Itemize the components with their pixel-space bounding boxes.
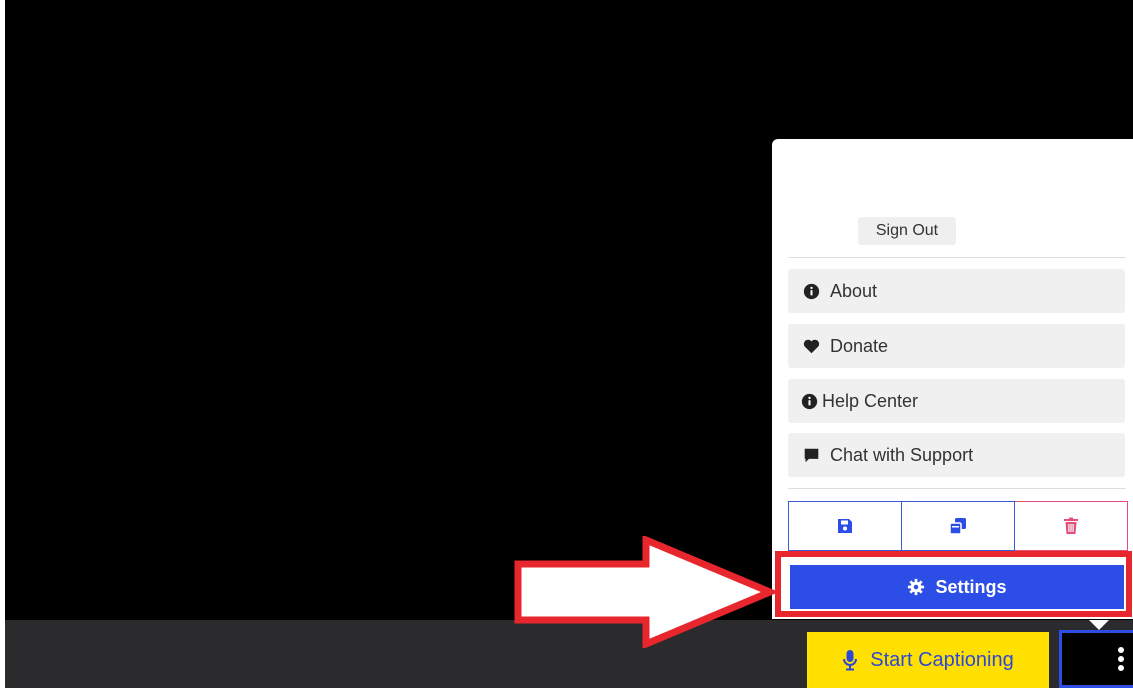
- action-button-group: [788, 501, 1128, 551]
- chat-bubble-icon: [802, 446, 820, 464]
- menu-item-label: Chat with Support: [830, 444, 974, 465]
- menu-divider: [788, 257, 1126, 258]
- save-button[interactable]: [788, 501, 902, 551]
- start-captioning-label: Start Captioning: [870, 648, 1014, 671]
- copy-button[interactable]: [902, 501, 1015, 551]
- copy-icon: [949, 518, 966, 535]
- menu-divider: [788, 488, 1126, 489]
- menu-item-about[interactable]: About: [788, 269, 1125, 313]
- settings-highlight-box: [775, 551, 1132, 617]
- save-icon: [838, 519, 852, 533]
- menu-item-help-center[interactable]: Help Center: [788, 379, 1125, 423]
- menu-item-chat-with-support[interactable]: Chat with Support: [788, 433, 1125, 477]
- microphone-icon: [843, 650, 858, 671]
- menu-item-label: Donate: [830, 335, 889, 356]
- sign-out-button[interactable]: Sign Out: [858, 217, 956, 245]
- menu-item-label: Help Center: [822, 390, 919, 411]
- menu-item-label: About: [830, 280, 878, 301]
- info-circle-icon: [802, 282, 820, 300]
- vertical-ellipsis-icon: [1118, 647, 1124, 671]
- trash-icon: [1064, 517, 1078, 534]
- start-captioning-button[interactable]: Start Captioning: [807, 632, 1049, 688]
- delete-button[interactable]: [1015, 501, 1128, 551]
- info-circle-icon: [800, 392, 818, 410]
- options-menu: Sign Out About Donate Help Center Chat w…: [772, 139, 1133, 619]
- menu-item-donate[interactable]: Donate: [788, 324, 1125, 368]
- pointer-arrow-annotation: [514, 536, 776, 648]
- more-options-button[interactable]: [1059, 630, 1133, 688]
- menu-caret: [1089, 620, 1109, 630]
- heart-icon: [802, 337, 820, 355]
